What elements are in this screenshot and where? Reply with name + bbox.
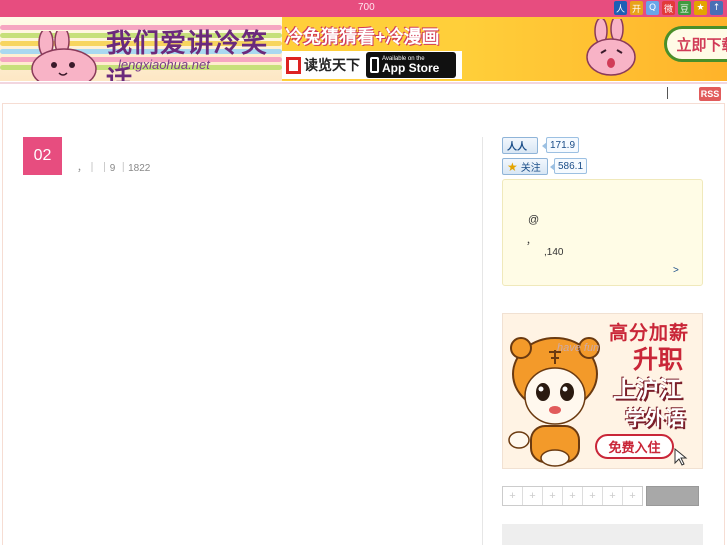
column-divider xyxy=(482,137,483,545)
renren-count: 171.9 xyxy=(541,137,580,153)
post-date: 02 xyxy=(23,137,62,175)
calendar-cell[interactable]: + xyxy=(543,487,563,505)
rss-button[interactable]: RSS xyxy=(699,87,721,101)
calendar-cell[interactable]: + xyxy=(603,487,623,505)
sidebar: 人人 171.9 ★ 关注 586.1 @ ， ,140 > xyxy=(502,137,703,286)
nav-separator xyxy=(667,87,668,99)
visitor-count: 700 xyxy=(358,2,375,13)
notice-more-link[interactable]: > xyxy=(673,265,679,276)
star-icon: ★ xyxy=(507,159,518,174)
logo-area[interactable]: 我们爱讲冷笑话。 lengxiaohua.net xyxy=(0,17,282,81)
renren-icon: 人人 xyxy=(507,142,527,153)
notice-line-2: ， xyxy=(526,236,536,247)
douban-icon[interactable]: 豆 xyxy=(678,1,691,15)
appstore-big-text: App Store xyxy=(382,61,440,75)
promo-stores: 读览天下 Available on the App Store xyxy=(282,51,462,79)
reader-logo-icon xyxy=(286,56,301,74)
weibo-icon[interactable]: 微 xyxy=(662,1,675,15)
notice-line-3: ,140 xyxy=(544,247,564,258)
download-button[interactable]: 立即下载! xyxy=(664,26,727,62)
star-count: 586.1 xyxy=(549,158,588,174)
app-promo[interactable]: 冷兔猜猜看+冷漫画 读览天下 Available on the App Stor… xyxy=(282,17,462,81)
notice-line-1: @ xyxy=(528,214,540,226)
top-bar: 700 人开 Q 微豆 ★ ↑ xyxy=(0,0,727,17)
promo-slogan: 冷兔猜猜看+冷漫画 xyxy=(285,27,440,47)
calendar-button[interactable] xyxy=(646,486,699,506)
tiger-mascot-icon xyxy=(508,337,600,467)
calendar-cell[interactable]: + xyxy=(523,487,543,505)
site-url: lengxiaohua.net xyxy=(118,57,210,72)
calendar-cell[interactable]: + xyxy=(563,487,583,505)
star-follow-button[interactable]: ★ 关注 xyxy=(502,158,548,175)
ad-line-3: 上沪江 xyxy=(613,376,682,402)
reader-logo[interactable]: 读览天下 xyxy=(282,55,360,75)
favorite-icon[interactable]: ★ xyxy=(694,1,707,15)
phone-icon xyxy=(370,57,379,73)
sidebar-panel xyxy=(502,524,703,545)
notice-box: @ ， ,140 > xyxy=(502,179,703,286)
ad-fun-text: have fun xyxy=(557,342,600,354)
renren-icon[interactable]: 人 xyxy=(614,1,627,15)
cursor-icon xyxy=(674,448,688,466)
post-meta: ，｜ ｜9 ｜1822 xyxy=(77,163,151,174)
share-icons: 人开 Q 微豆 ★ ↑ xyxy=(614,1,723,15)
ad-cta-button[interactable]: 免费入住 xyxy=(595,434,674,459)
rabbit-download-icon xyxy=(586,19,636,76)
rabbit-mascot-icon xyxy=(31,31,97,81)
kaixin-icon[interactable]: 开 xyxy=(630,1,643,15)
calendar-cell[interactable]: + xyxy=(583,487,603,505)
star-follow[interactable]: ★ 关注 586.1 xyxy=(502,158,703,176)
calendar-cell[interactable]: + xyxy=(623,487,642,505)
reader-label: 读览天下 xyxy=(304,57,360,73)
calendar-cell[interactable]: + xyxy=(503,487,523,505)
qzone-icon[interactable]: Q xyxy=(646,1,659,15)
nav-bar: RSS xyxy=(0,84,727,103)
ad-line-4: 学外语 xyxy=(625,408,685,430)
share-icon[interactable]: ↑ xyxy=(710,1,723,15)
renren-follow[interactable]: 人人 171.9 xyxy=(502,137,703,155)
site-title: 我们爱讲冷笑话。 xyxy=(106,29,269,81)
appstore-badge[interactable]: Available on the App Store xyxy=(366,52,456,78)
hujiang-ad[interactable]: have fun 高分加薪 升职 上沪江 学外语 免费入住 xyxy=(502,313,703,469)
calendar-strip: + + + + + + + xyxy=(502,486,643,506)
renren-button[interactable]: 人人 xyxy=(502,137,538,154)
star-follow-label: 关注 xyxy=(520,163,541,174)
